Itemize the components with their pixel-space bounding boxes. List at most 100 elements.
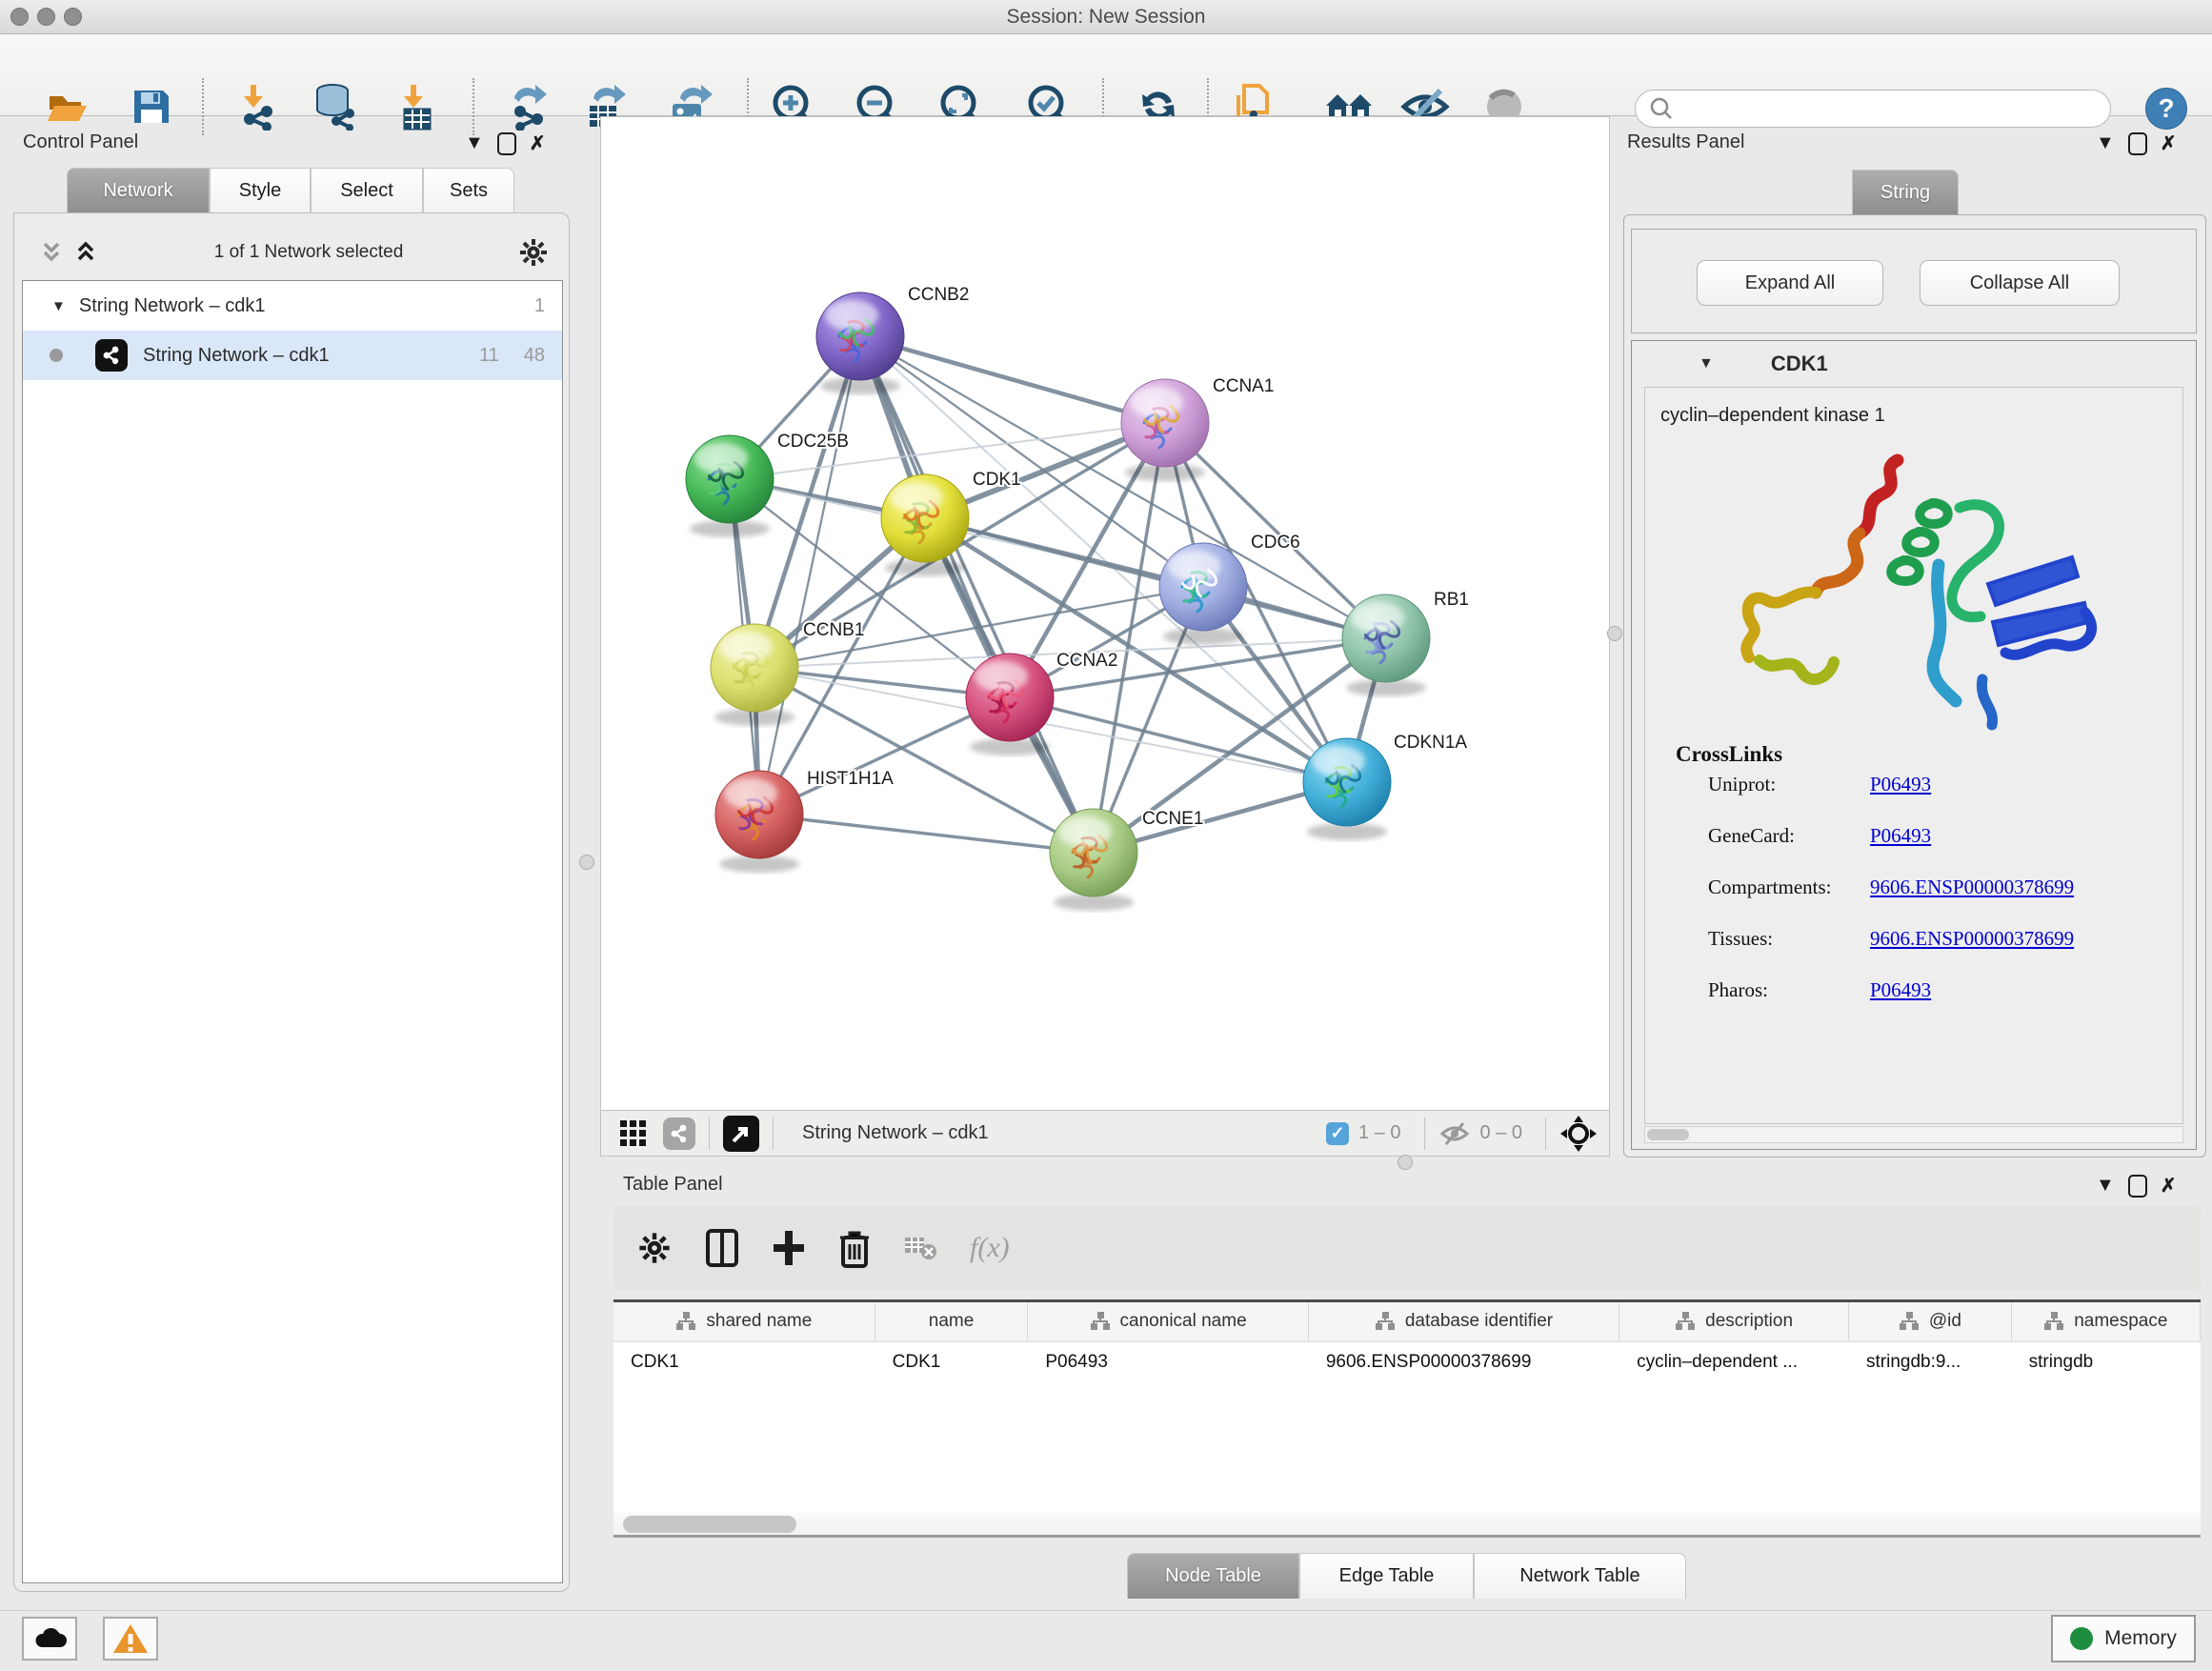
expand-all-button[interactable]: Expand All (1697, 260, 1883, 306)
create-column-plus-icon[interactable] (772, 1229, 806, 1267)
network-node-CCNE1[interactable] (1050, 809, 1137, 911)
save-session-icon[interactable] (126, 82, 175, 131)
crosshair-icon[interactable] (1559, 1115, 1598, 1153)
cloud-button[interactable] (22, 1617, 77, 1661)
results-tab-string[interactable]: String (1852, 170, 1959, 215)
node-label-CCNB2: CCNB2 (908, 285, 969, 305)
search-box[interactable] (1635, 90, 2111, 128)
network-node-CCNA2[interactable] (966, 654, 1054, 755)
network-node-CCNB1[interactable] (711, 624, 798, 726)
table-cell[interactable]: 9606.ENSP00000378699 (1309, 1342, 1619, 1384)
network-options-gear-icon[interactable] (517, 236, 550, 269)
network-edge-CCNB2-CCNA1[interactable] (860, 336, 1165, 423)
selected-checkbox-icon[interactable]: ✓ (1326, 1122, 1349, 1145)
panel-close-icon[interactable]: ✗ (2161, 131, 2177, 155)
search-input[interactable] (1674, 98, 2074, 120)
open-session-icon[interactable] (42, 82, 91, 131)
collapse-triangle-icon[interactable]: ▼ (1699, 355, 1714, 372)
network-node-CDK1[interactable] (881, 474, 969, 576)
bottom-divider-grip[interactable] (1398, 1155, 1413, 1170)
collapse-all-networks-icon[interactable] (71, 238, 100, 267)
tab-sets[interactable]: Sets (423, 168, 514, 213)
column-header-database-identifier[interactable]: database identifier (1309, 1302, 1619, 1340)
column-header-canonical-name[interactable]: canonical name (1028, 1302, 1309, 1340)
table-cell[interactable]: P06493 (1028, 1342, 1308, 1384)
crosslink-row: Tissues:9606.ENSP00000378699 (1708, 927, 2165, 978)
tab-node-table[interactable]: Node Table (1127, 1553, 1299, 1599)
panel-float-icon[interactable] (497, 132, 516, 155)
network-node-RB1[interactable] (1342, 594, 1430, 696)
crosslink-link[interactable]: P06493 (1870, 978, 1931, 1030)
export-network-icon[interactable] (505, 82, 554, 131)
network-collection-label: String Network – cdk1 (79, 295, 534, 317)
network-row[interactable]: String Network – cdk1 11 48 (23, 331, 562, 380)
warning-button[interactable] (103, 1617, 158, 1661)
column-header-namespace[interactable]: namespace (2012, 1302, 2201, 1340)
tab-network[interactable]: Network (67, 168, 210, 213)
import-network-file-icon[interactable] (232, 82, 282, 131)
panel-menu-icon[interactable]: ▼ (2096, 132, 2115, 154)
column-header--id[interactable]: @id (1849, 1302, 2012, 1340)
network-node-CDC25B[interactable] (686, 435, 774, 537)
network-collection-row[interactable]: ▼ String Network – cdk1 1 (23, 281, 562, 331)
network-edge-CCNB2-CCNE1[interactable] (860, 336, 1094, 853)
network-edge-CCNB2-HIST1H1A[interactable] (759, 336, 860, 815)
protein-structure-image (1702, 451, 2122, 736)
crosslink-label: Uniprot: (1708, 773, 1870, 824)
left-divider-grip[interactable] (579, 855, 594, 870)
help-button[interactable]: ? (2145, 88, 2187, 130)
collapse-triangle-icon[interactable]: ▼ (51, 298, 66, 314)
network-node-CCNB2[interactable] (816, 292, 904, 394)
panel-close-icon[interactable]: ✗ (2161, 1174, 2177, 1198)
table-cell[interactable]: CDK1 (613, 1342, 875, 1384)
control-panel-buttons: ▼ ✗ (465, 131, 570, 155)
column-header-shared-name[interactable]: shared name (613, 1302, 875, 1340)
crosslink-link[interactable]: 9606.ENSP00000378699 (1870, 876, 2074, 927)
import-network-database-icon[interactable] (311, 82, 360, 131)
panel-menu-icon[interactable]: ▼ (2096, 1175, 2115, 1197)
network-canvas[interactable]: CCNB2CCNA1CDC25BCDK1CDC6RB1CCNB1CCNA2CDK… (600, 116, 1610, 1111)
tab-style[interactable]: Style (210, 168, 311, 213)
table-cell[interactable]: stringdb (2012, 1342, 2201, 1384)
table-cell[interactable]: cyclin–dependent ... (1619, 1342, 1849, 1384)
tab-network-table[interactable]: Network Table (1474, 1553, 1686, 1599)
results-horizontal-scrollbar[interactable] (1644, 1126, 2183, 1143)
network-edge-HIST1H1A-CCNE1[interactable] (759, 815, 1094, 853)
network-node-CCNA1[interactable] (1121, 379, 1209, 481)
memory-button[interactable]: Memory (2051, 1615, 2196, 1662)
expand-all-networks-icon[interactable] (37, 238, 66, 267)
table-row[interactable]: CDK1CDK1P064939606.ENSP00000378699cyclin… (613, 1342, 2201, 1384)
table-options-gear-icon[interactable] (636, 1230, 673, 1266)
table-panel-title: Table Panel (623, 1174, 723, 1196)
network-node-HIST1H1A[interactable] (715, 771, 803, 873)
crosslink-link[interactable]: 9606.ENSP00000378699 (1870, 927, 2074, 978)
network-share-icon[interactable] (663, 1117, 695, 1150)
column-type-icon (1675, 1311, 1696, 1332)
show-columns-icon[interactable] (705, 1228, 739, 1268)
panel-float-icon[interactable] (2128, 1175, 2147, 1198)
result-entry-header[interactable]: ▼ CDK1 (1632, 341, 2196, 387)
scrollbar-thumb[interactable] (623, 1516, 796, 1533)
network-graph[interactable]: CCNB2CCNA1CDC25BCDK1CDC6RB1CCNB1CCNA2CDK… (601, 117, 1609, 1110)
tab-select[interactable]: Select (311, 168, 423, 213)
delete-column-trash-icon[interactable] (838, 1228, 871, 1268)
import-table-icon[interactable] (391, 82, 440, 131)
panel-menu-icon[interactable]: ▼ (465, 132, 484, 154)
panel-close-icon[interactable]: ✗ (530, 131, 546, 155)
grid-view-icon[interactable] (620, 1120, 646, 1146)
status-bar: Memory (0, 1610, 2212, 1671)
collapse-all-button[interactable]: Collapse All (1920, 260, 2120, 306)
column-header-name[interactable]: name (875, 1302, 1029, 1340)
column-header-description[interactable]: description (1619, 1302, 1849, 1340)
tab-edge-table[interactable]: Edge Table (1299, 1553, 1474, 1599)
crosslink-link[interactable]: P06493 (1870, 824, 1931, 876)
panel-float-icon[interactable] (2128, 132, 2147, 155)
birdseye-view-icon[interactable] (723, 1116, 759, 1152)
crosslink-link[interactable]: P06493 (1870, 773, 1931, 824)
network-node-CDKN1A[interactable] (1303, 738, 1391, 840)
crosslink-row: GeneCard:P06493 (1708, 824, 2165, 876)
table-cell[interactable]: CDK1 (875, 1342, 1029, 1384)
right-divider-grip[interactable] (1607, 626, 1622, 641)
table-cell[interactable]: stringdb:9... (1849, 1342, 2012, 1384)
table-horizontal-scrollbar[interactable] (613, 1513, 2201, 1538)
